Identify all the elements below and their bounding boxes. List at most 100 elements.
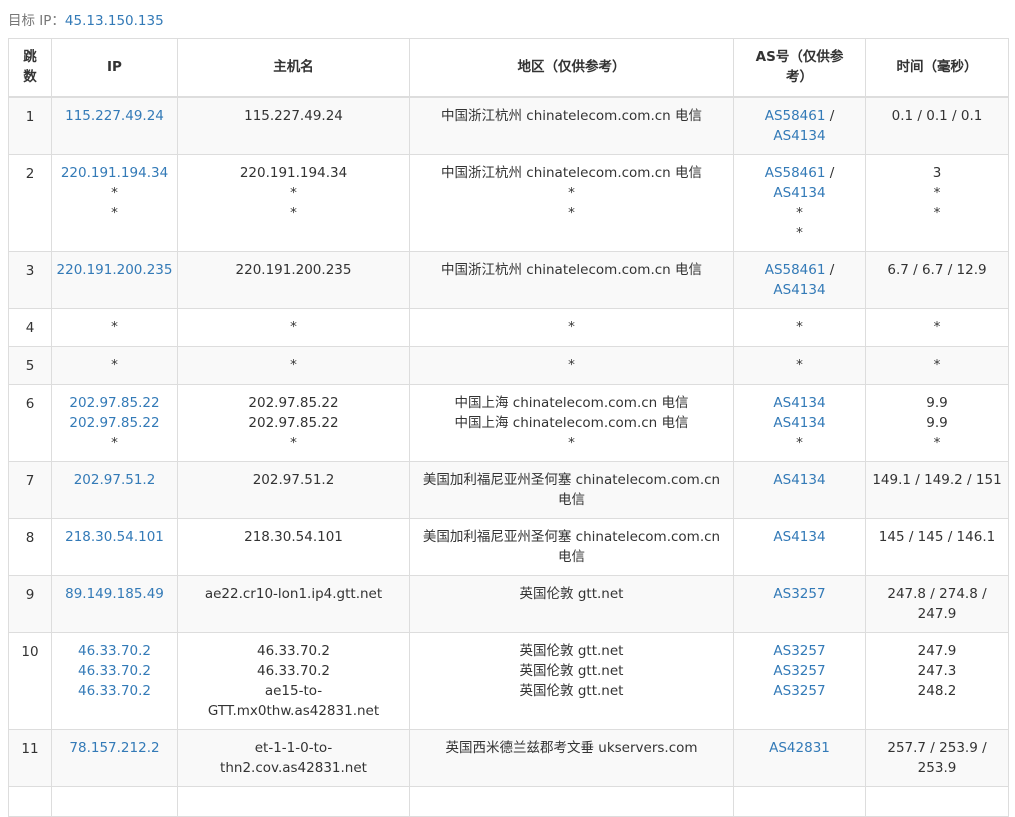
time-cell: 149.1 / 149.2 / 151 — [865, 460, 1009, 519]
target-ip-label: 目标 IP： — [8, 13, 65, 29]
ip-link[interactable]: 46.33.70.2 — [56, 641, 173, 661]
hostname-cell: 46.33.70.2 46.33.70.2 ae15-to-GTT.mx0thw.a… — [177, 631, 410, 730]
ip-link[interactable]: 115.227.49.24 — [56, 106, 173, 126]
ip-cell: 46.33.70.2 46.33.70.2 46.33.70.2 — [51, 631, 178, 730]
time-text: 257.7 / 253.9 / 253.9 — [887, 739, 987, 776]
hostname-text: 202.97.85.22 — [248, 414, 339, 431]
region-cell: 英国伦敦 gtt.net 英国伦敦 gtt.net 英国伦敦 gtt.net — [409, 631, 734, 730]
time-text: 145 / 145 / 146.1 — [878, 528, 996, 545]
hostname-text: * — [290, 356, 297, 373]
ip-text: * — [111, 204, 118, 221]
time-text: 247.9 — [917, 642, 957, 659]
ip-link[interactable]: 46.33.70.2 — [56, 661, 173, 681]
ip-link[interactable]: 220.191.200.235 — [56, 260, 173, 280]
as-link[interactable]: AS4134 — [773, 415, 825, 431]
as-link[interactable]: AS3257 — [773, 586, 825, 602]
as-link[interactable]: AS4134 — [773, 472, 825, 488]
as-cell: * — [733, 307, 866, 347]
time-cell: 247.8 / 274.8 / 247.9 — [865, 574, 1009, 633]
region-cell: 中国浙江杭州 chinatelecom.com.cn 电信 — [409, 96, 734, 155]
hostname-cell: 220.191.200.235 — [177, 250, 410, 309]
as-link[interactable]: AS58461 — [765, 165, 826, 181]
as-link[interactable]: AS4134 — [773, 282, 825, 298]
time-cell: 6.7 / 6.7 / 12.9 — [865, 250, 1009, 309]
time-cell: 3 * * — [865, 153, 1009, 252]
table-row: 9 89.149.185.49 ae22.cr10-lon1.ip4.gtt.net… — [8, 574, 1009, 633]
table-row: 7 202.97.51.2 202.97.51.2 美国加利福尼亚州圣何塞 china… — [8, 460, 1009, 519]
region-cell — [409, 785, 734, 817]
ip-link[interactable]: 220.191.194.34 — [56, 163, 173, 183]
hostname-text: 46.33.70.2 — [257, 642, 330, 659]
hostname-cell: 218.30.54.101 — [177, 517, 410, 576]
ip-link[interactable]: 89.149.185.49 — [56, 584, 173, 604]
as-link[interactable]: AS58461 — [765, 262, 826, 278]
as-cell: AS58461 /AS4134 * * — [733, 153, 866, 252]
region-cell: 中国浙江杭州 chinatelecom.com.cn 电信 * * — [409, 153, 734, 252]
hostname-text: 202.97.85.22 — [248, 394, 339, 411]
region-text: * — [568, 204, 575, 221]
as-line: * — [738, 433, 861, 453]
region-cell: 英国西米德兰兹郡考文垂 ukservers.com — [409, 728, 734, 787]
region-text: 中国浙江杭州 chinatelecom.com.cn 电信 — [440, 107, 703, 124]
ip-cell: 89.149.185.49 — [51, 574, 178, 633]
region-text: 中国浙江杭州 chinatelecom.com.cn 电信 — [440, 261, 703, 278]
ip-link[interactable]: 218.30.54.101 — [56, 527, 173, 547]
hostname-text: 46.33.70.2 — [257, 662, 330, 679]
hop-cell: 1 — [8, 96, 52, 155]
as-link[interactable]: AS4134 — [773, 128, 825, 144]
as-link[interactable]: AS4134 — [773, 185, 825, 201]
hop-cell: 4 — [8, 307, 52, 347]
hostname-text: 115.227.49.24 — [244, 107, 343, 124]
as-link[interactable]: AS42831 — [769, 740, 830, 756]
as-line: * — [738, 203, 861, 223]
time-text: 247.3 — [917, 662, 957, 679]
as-cell: AS3257 — [733, 574, 866, 633]
as-link[interactable]: AS58461 — [765, 108, 826, 124]
hostname-cell — [177, 785, 410, 817]
hop-cell — [8, 785, 52, 817]
as-line: * — [738, 223, 861, 243]
time-text: * — [933, 184, 941, 201]
ip-link[interactable]: 202.97.85.22 — [56, 393, 173, 413]
ip-cell: 220.191.200.235 — [51, 250, 178, 309]
ip-text: * — [111, 318, 118, 335]
header-region: 地区（仅供参考） — [409, 38, 734, 98]
time-text: 247.8 / 274.8 / 247.9 — [887, 585, 987, 622]
as-link[interactable]: AS4134 — [773, 529, 825, 545]
hostname-cell: * — [177, 345, 410, 385]
region-text: 中国上海 chinatelecom.com.cn 电信 — [454, 414, 689, 431]
time-text: 6.7 / 6.7 / 12.9 — [887, 261, 987, 278]
ip-text: * — [111, 434, 118, 451]
ip-link[interactable]: 202.97.85.22 — [56, 413, 173, 433]
hostname-cell: et-1-1-0-to-thn2.cov.as42831.net — [177, 728, 410, 787]
ip-link[interactable]: 202.97.51.2 — [56, 470, 173, 490]
region-text: * — [568, 356, 575, 373]
header-hostname: 主机名 — [177, 38, 410, 98]
table-row: 1 115.227.49.24 115.227.49.24 中国浙江杭州 chinat… — [8, 96, 1009, 155]
as-link[interactable]: AS3257 — [773, 643, 825, 659]
as-link[interactable]: AS3257 — [773, 663, 825, 679]
as-link[interactable]: AS3257 — [773, 683, 825, 699]
hop-cell: 3 — [8, 250, 52, 309]
ip-link[interactable]: 46.33.70.2 — [56, 681, 173, 701]
table-row: 8 218.30.54.101 218.30.54.101 美国加利福尼亚州圣何塞 c… — [8, 517, 1009, 576]
hop-cell: 6 — [8, 383, 52, 462]
hostname-cell: ae22.cr10-lon1.ip4.gtt.net — [177, 574, 410, 633]
ip-text: * — [111, 356, 118, 373]
time-text: 0.1 / 0.1 / 0.1 — [891, 107, 983, 124]
hostname-cell: 220.191.194.34 * * — [177, 153, 410, 252]
hostname-cell: 115.227.49.24 — [177, 96, 410, 155]
time-text: * — [933, 434, 941, 451]
as-line: * — [738, 355, 861, 375]
table-row: 10 46.33.70.2 46.33.70.2 46.33.70.2 46.33.70… — [8, 631, 1009, 730]
time-cell: 247.9 247.3 248.2 — [865, 631, 1009, 730]
target-ip-line: 目标 IP：45.13.150.135 — [8, 11, 164, 31]
as-link[interactable]: AS4134 — [773, 395, 825, 411]
time-cell: 145 / 145 / 146.1 — [865, 517, 1009, 576]
time-text: 248.2 — [917, 682, 957, 699]
region-text: 英国伦敦 gtt.net — [519, 642, 624, 659]
hostname-text: 220.191.200.235 — [235, 261, 352, 278]
ip-link[interactable]: 78.157.212.2 — [56, 738, 173, 758]
hop-cell: 10 — [8, 631, 52, 730]
time-cell: 9.9 9.9 * — [865, 383, 1009, 462]
